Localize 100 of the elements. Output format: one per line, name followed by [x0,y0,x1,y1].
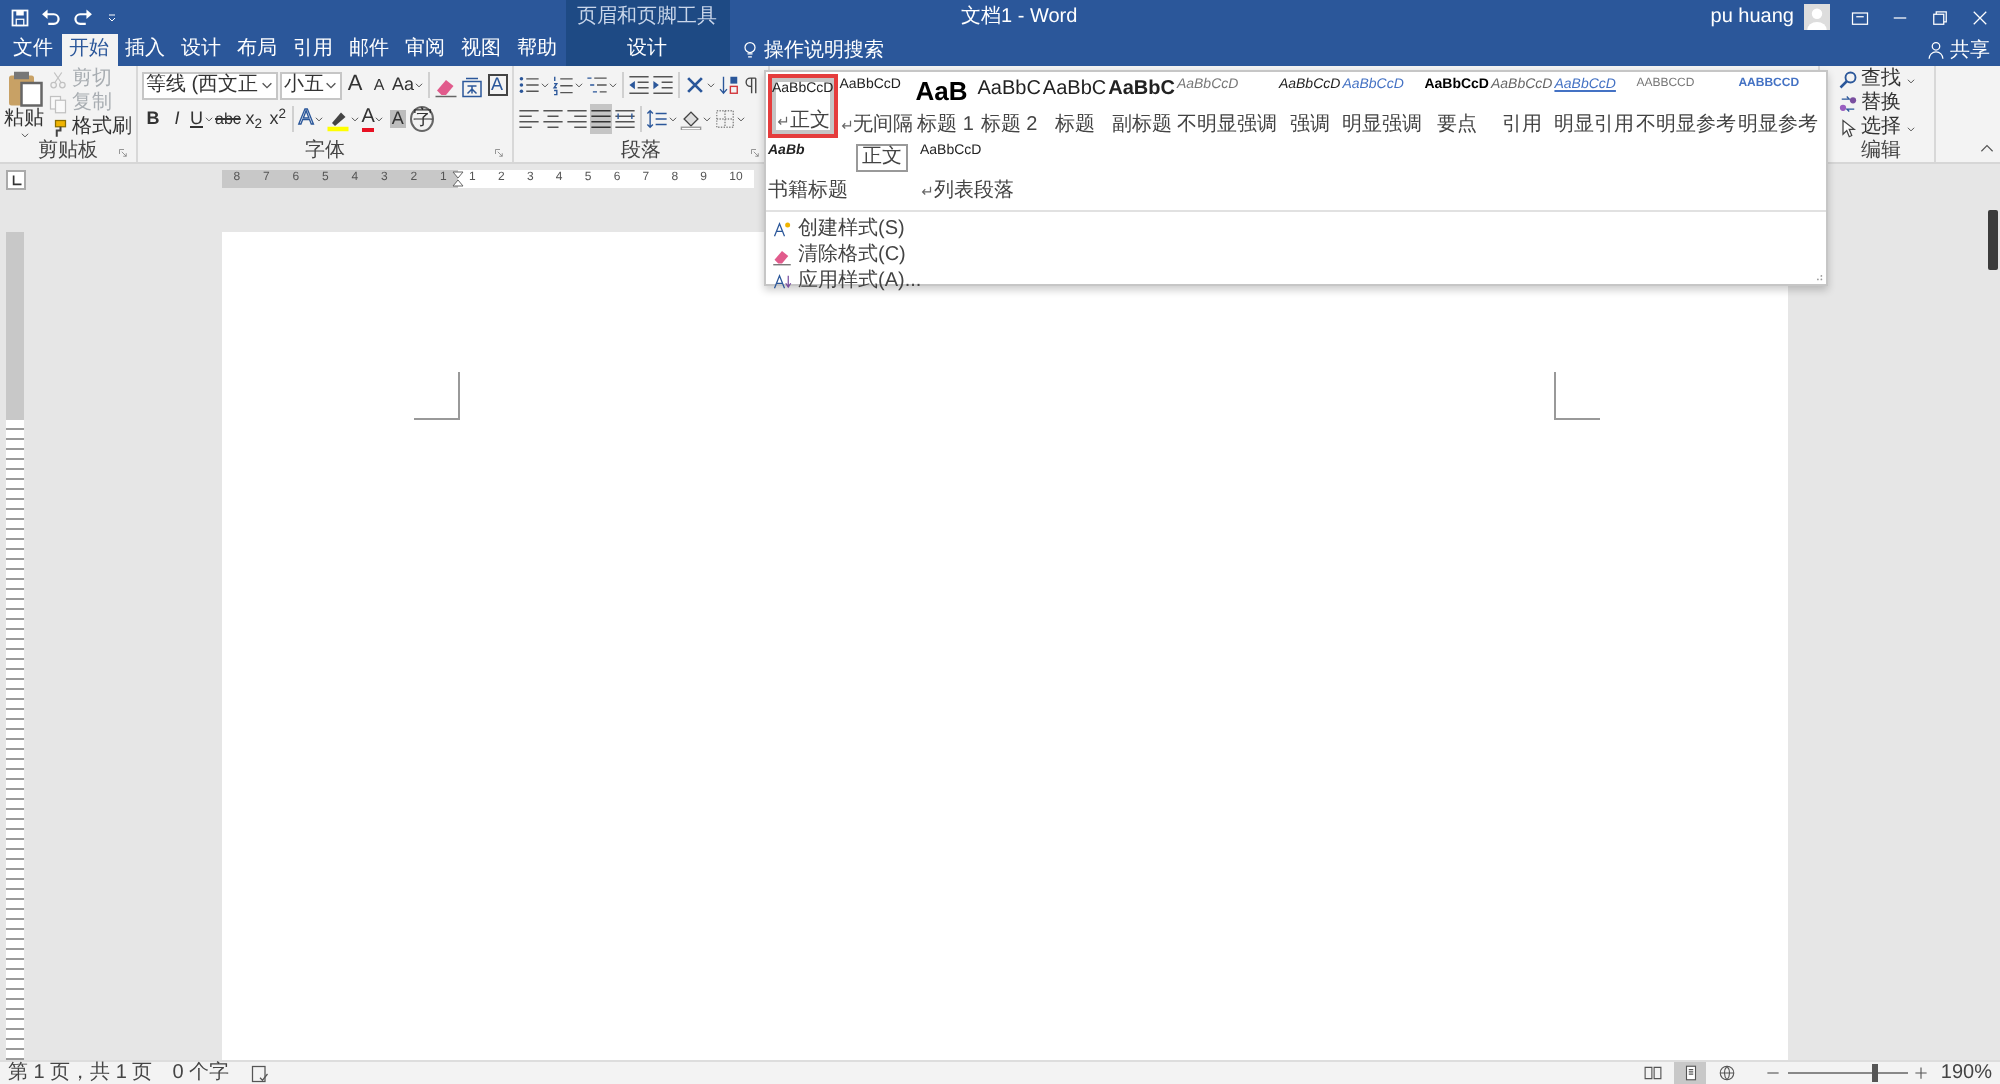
phonetic-guide-icon [460,73,485,97]
paste-button[interactable]: 粘贴 [4,68,44,140]
ribbon-tab[interactable]: 视图 [453,34,509,66]
restore-icon[interactable] [1930,7,1950,27]
increase-indent-button[interactable] [652,70,675,100]
justify-button[interactable] [590,104,613,134]
menu-item[interactable]: 应用样式(A)... [766,268,1826,294]
font-color-button[interactable]: A [361,104,385,134]
customize-icon[interactable] [104,9,120,25]
superscript-button[interactable]: x$^{2}$ [266,104,289,134]
ribbon-options-icon[interactable] [1850,7,1870,27]
subscript-button[interactable]: x$_{2}$ [242,104,265,134]
apply-style-icon [772,271,792,291]
page-count[interactable]: 第 1 页，共 1 页 [8,1061,153,1084]
style-name: 标题 1 [917,114,974,136]
dialog-launcher-icon[interactable] [494,148,507,160]
character-border-button[interactable]: A [486,70,509,100]
ribbon-tab[interactable]: 设计 [173,34,229,66]
menu-item[interactable]: 创建样式(S) [766,216,1826,242]
replace-button[interactable]: 替换 [1837,92,1930,116]
line-spacing-icon [646,108,669,130]
shrink-font-button[interactable]: A [368,70,390,100]
bold-button[interactable]: B [142,104,164,134]
distributed-button[interactable] [614,104,637,134]
slider-thumb[interactable] [1872,1064,1879,1082]
proofing-icon[interactable] [249,1063,270,1083]
italic-button[interactable]: I [166,104,188,134]
grow-font-button[interactable]: A [344,70,366,100]
close-icon[interactable] [1970,7,1990,27]
multilevel-list-icon [586,74,609,96]
line-spacing-button[interactable] [646,104,679,134]
ribbon-tab[interactable]: 文件 [5,34,61,66]
group-label: 段落 [621,140,662,162]
style-name: 明显强调 [1342,114,1423,136]
ribbon-tab[interactable]: 引用 [285,34,341,66]
style-preview: AaB [915,78,968,107]
undo-icon[interactable] [40,6,62,28]
word-count[interactable]: 0 个字 [172,1061,230,1084]
style-name: 正文 [789,110,830,132]
format-painter-button[interactable]: 格式刷 [48,116,132,140]
font-name-field[interactable]: 等线 (西文正 [142,71,278,99]
globe-icon [1718,1064,1737,1082]
style-name: 强调 [1289,114,1330,136]
caret-icon [706,80,717,90]
return-arrow-icon [775,114,790,128]
style-name: 明显参考 [1738,114,1819,136]
center-button[interactable] [542,104,565,134]
search-icon [1837,70,1857,90]
style-gallery-item[interactable]: AaBbC 标题 2 [977,74,1041,138]
style-gallery-item[interactable]: AaBbC 副标题 [1108,74,1175,138]
ribbon-tab[interactable]: 设计 [565,34,729,66]
style-gallery-item[interactable]: AaBbC 标题 [1042,74,1107,138]
dialog-launcher-icon[interactable] [118,148,130,160]
new-style-icon [772,219,792,239]
ribbon-tab[interactable]: 邮件 [341,34,397,66]
ribbon-tab[interactable]: 开始 [61,34,117,66]
zoom-in-icon[interactable] [1912,1064,1931,1082]
collapse-icon[interactable] [1977,139,1995,157]
select-button[interactable]: 选择 [1837,116,1930,140]
redo-icon[interactable] [72,6,94,28]
underline-button[interactable]: U [190,104,213,134]
style-name: 书籍标题 [768,180,848,202]
change-case-button[interactable]: Aa [392,70,425,100]
style-gallery-item[interactable]: AaB 标题 1 [915,74,976,138]
share-button[interactable]: 共享 [1950,35,1990,65]
strikethrough-button[interactable]: abc [215,104,241,134]
bullet-list-icon [518,74,541,96]
zoom-level[interactable]: 190% [1940,1061,1992,1084]
tell-me-search[interactable]: 操作说明搜索 [764,35,884,65]
align-left-button[interactable] [518,104,541,134]
align-right-button[interactable] [566,104,589,134]
caret-icon [19,130,29,140]
caret-icon [313,114,324,124]
caret-icon [574,80,585,90]
menu-item[interactable]: 清除格式(C) [766,242,1826,268]
style-name: 标题 [1054,114,1095,136]
tab-stop-icon[interactable] [8,171,26,189]
style-name: 不明显参考 [1636,114,1737,136]
ribbon-tab[interactable]: 插入 [117,34,173,66]
style-name: 明显引用 [1554,114,1635,136]
save-icon[interactable] [10,7,30,27]
eraser-icon [772,245,792,265]
indent-marker-icon[interactable] [450,170,466,188]
avatar[interactable] [1804,3,1830,30]
print-layout-button[interactable] [1674,1062,1707,1084]
person-icon [1925,40,1945,60]
caret-icon [1905,123,1915,133]
enclose-character-button[interactable]: 字 [410,104,435,134]
decrease-indent-button[interactable] [628,70,651,100]
ribbon-tab[interactable]: 帮助 [509,34,565,66]
dialog-launcher-icon[interactable] [750,148,763,160]
ribbon-tab[interactable]: 审阅 [397,34,453,66]
find-button[interactable]: 查找 [1837,68,1930,92]
character-shading-button[interactable]: A [386,104,409,134]
ribbon-tab[interactable]: 布局 [229,34,285,66]
paint-bucket-icon [680,108,703,130]
caret-icon [702,114,713,124]
font-size-field[interactable]: 小五 [280,71,342,99]
scrollbar-thumb[interactable] [1988,210,1998,270]
style-preview: AaBbC [977,78,1041,100]
